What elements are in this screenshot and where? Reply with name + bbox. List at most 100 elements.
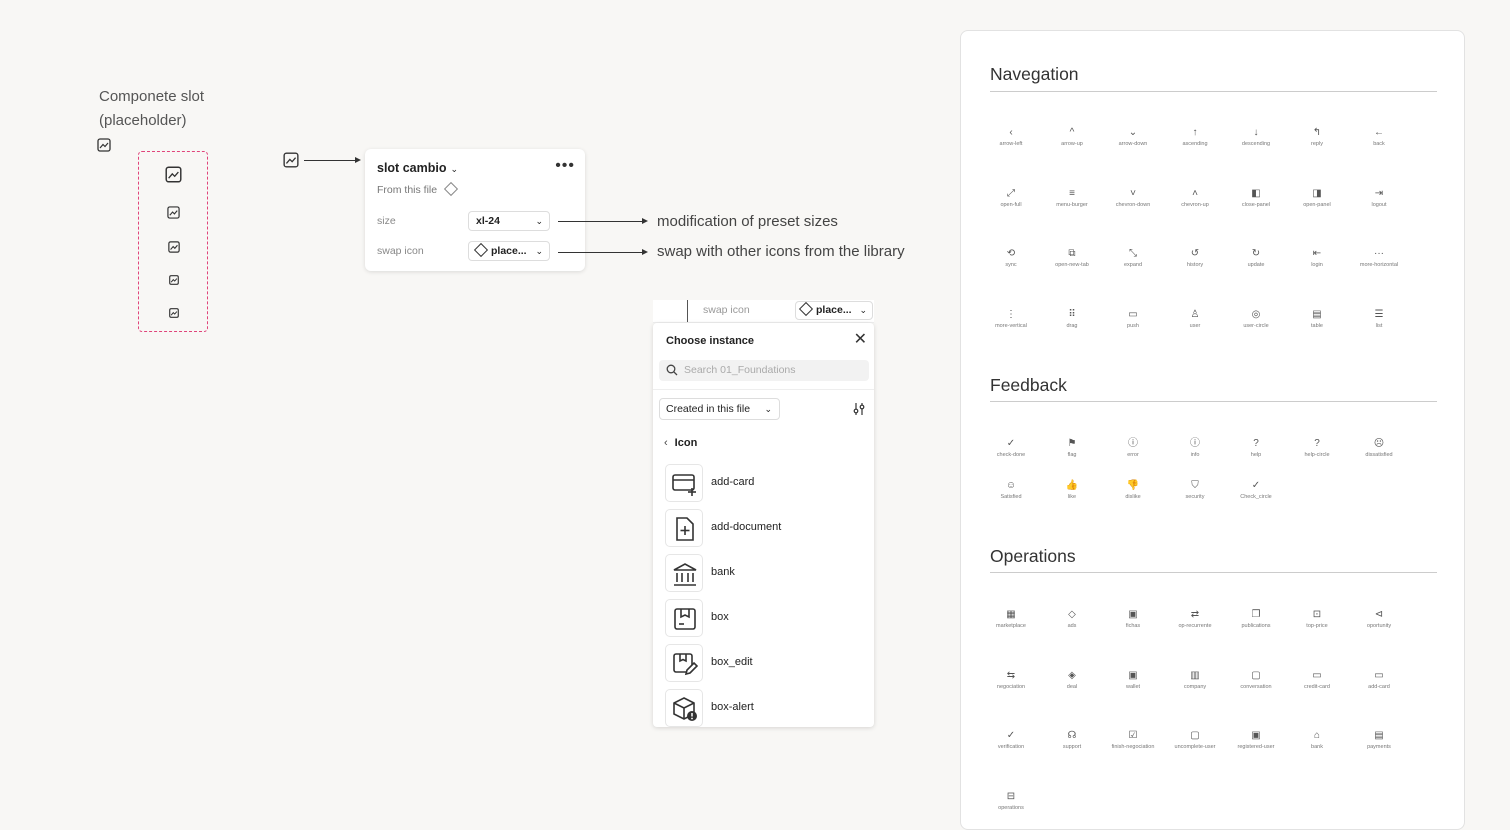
- image-placeholder-icon[interactable]: [165, 166, 182, 183]
- source-label[interactable]: From this file: [377, 181, 461, 197]
- library-icon-satisfied[interactable]: ☺ Satisfied: [981, 479, 1041, 501]
- library-icon-security[interactable]: ⛉ security: [1165, 479, 1225, 501]
- library-icon-negociation[interactable]: ⇆ negociation: [981, 669, 1041, 691]
- library-icon-close-panel[interactable]: ◧ close-panel: [1226, 187, 1286, 209]
- library-icon-payments[interactable]: ▤ payments: [1349, 729, 1409, 751]
- library-icon-back[interactable]: ← back: [1349, 126, 1409, 148]
- library-icon-oportunity[interactable]: ⊲ oportunity: [1349, 608, 1409, 630]
- library-icon-info[interactable]: ⓘ info: [1165, 437, 1225, 459]
- library-icon-finish-negociation[interactable]: ☑ finish-negociation: [1103, 729, 1163, 751]
- library-icon-bank[interactable]: ⌂ bank: [1287, 729, 1347, 751]
- icon-label: drag: [1066, 322, 1078, 329]
- library-icon-open-panel[interactable]: ◨ open-panel: [1287, 187, 1347, 209]
- library-icon-push[interactable]: ▭ push: [1103, 308, 1163, 330]
- image-placeholder-icon[interactable]: [169, 308, 179, 318]
- library-icon-update[interactable]: ↻ update: [1226, 247, 1286, 269]
- sync-icon: ⟲: [1006, 248, 1016, 259]
- library-icon-arrow-left[interactable]: ‹ arrow-left: [981, 126, 1041, 148]
- expand-icon: ⤡: [1129, 248, 1137, 259]
- icon-label: back: [1373, 141, 1385, 147]
- swap-icon-select[interactable]: place... ⌄: [795, 301, 873, 320]
- instance-item-add-document[interactable]: add-document: [665, 509, 865, 549]
- library-icon-check-done[interactable]: ✓ check-done: [981, 437, 1041, 459]
- slot-title-line1: Componete slot: [99, 88, 205, 105]
- thumbnail: [665, 644, 703, 682]
- icon-label: update: [1247, 262, 1265, 268]
- library-icon-top-price[interactable]: ⊡ top-price: [1287, 608, 1347, 630]
- instance-item-add-card[interactable]: add-card: [665, 464, 865, 504]
- library-icon-dislike[interactable]: 👎 dislike: [1103, 479, 1163, 501]
- library-icon-more-vertical[interactable]: ⋮ more-vertical: [981, 308, 1041, 330]
- library-icon-expand[interactable]: ⤡ expand: [1103, 247, 1163, 269]
- library-icon-wallet[interactable]: ▣ wallet: [1103, 669, 1163, 691]
- instance-item-bank[interactable]: bank: [665, 554, 865, 594]
- choose-instance-title: Choose instance: [666, 335, 755, 347]
- library-icon-marketplace[interactable]: ▦ marketplace: [981, 608, 1041, 630]
- library-icon-conversation[interactable]: ▢ conversation: [1226, 669, 1286, 691]
- instance-item-box-alert[interactable]: box-alert: [665, 689, 865, 727]
- like-icon: 👍: [1065, 480, 1079, 491]
- library-icon-operations[interactable]: ⊟ operations: [981, 790, 1041, 812]
- icon-label: open-full: [1000, 201, 1022, 208]
- search-input[interactable]: Search 01_Foundations: [659, 360, 869, 381]
- image-placeholder-icon[interactable]: [169, 275, 179, 285]
- section-title: Navegation: [990, 64, 1079, 84]
- library-icon-registered-user[interactable]: ▣ registered-user: [1226, 729, 1286, 751]
- library-icon-credit-card[interactable]: ▭ credit-card: [1287, 669, 1347, 691]
- more-horizontal-icon[interactable]: •••: [555, 157, 575, 175]
- library-icon-login[interactable]: ⇤ login: [1287, 247, 1347, 269]
- library-icon-help-circle[interactable]: ? help-circle: [1287, 437, 1347, 459]
- library-icon-uncomplete-user[interactable]: ▢ uncomplete-user: [1165, 729, 1225, 751]
- filter-settings-icon[interactable]: [852, 402, 866, 416]
- library-icon-open-full[interactable]: ⤢ open-full: [981, 187, 1041, 209]
- back-to-icon-button[interactable]: ‹ Icon: [664, 437, 697, 449]
- instance-item-box[interactable]: box: [665, 599, 865, 639]
- close-icon[interactable]: ✕: [854, 332, 867, 348]
- image-placeholder-icon[interactable]: [168, 241, 180, 253]
- library-icon-support[interactable]: ☊ support: [1042, 729, 1102, 751]
- library-icon-dissatisfied[interactable]: ☹ dissatisfied: [1349, 437, 1409, 459]
- image-placeholder-icon[interactable]: [167, 206, 180, 219]
- library-icon-check-circle[interactable]: ✓ Check_circle: [1226, 479, 1286, 501]
- company-icon: ▥: [1190, 669, 1200, 681]
- library-icon-logout[interactable]: ⇥ logout: [1349, 187, 1409, 209]
- library-icon-add-card[interactable]: ▭ add-card: [1349, 669, 1409, 691]
- library-icon-ads[interactable]: ◇ ads: [1042, 608, 1102, 630]
- instance-item-box-edit[interactable]: box_edit: [665, 644, 865, 684]
- library-icon-fichas[interactable]: ▣ fichas: [1103, 608, 1163, 630]
- library-icon-chevron-down[interactable]: ˅ chevron-down: [1103, 187, 1163, 209]
- image-placeholder-icon[interactable]: [283, 152, 299, 168]
- library-icon-more-horizontal[interactable]: ··· more-horizontal: [1349, 247, 1409, 269]
- library-icon-arrow-down[interactable]: ⌄ arrow-down: [1103, 126, 1163, 148]
- size-select[interactable]: xl-24 ⌄: [468, 211, 550, 231]
- library-icon-help[interactable]: ? help: [1226, 437, 1286, 459]
- library-icon-open-new-tab[interactable]: ⧉ open-new-tab: [1042, 247, 1102, 269]
- panel-title[interactable]: slot cambio ⌄: [377, 161, 458, 175]
- library-icon-descending[interactable]: ↓ descending: [1226, 126, 1286, 148]
- library-icon-flag[interactable]: ⚑ flag: [1042, 437, 1102, 459]
- icon-label: open-new-tab: [1055, 262, 1089, 268]
- library-icon-arrow-up[interactable]: ^ arrow-up: [1042, 126, 1102, 148]
- source-filter-dropdown[interactable]: Created in this file ⌄: [659, 398, 780, 420]
- library-icon-company[interactable]: ▥ company: [1165, 669, 1225, 691]
- library-icon-table[interactable]: ▤ table: [1287, 308, 1347, 330]
- library-icon-drag[interactable]: ⠿ drag: [1042, 308, 1102, 330]
- library-icon-sync[interactable]: ⟲ sync: [981, 247, 1041, 269]
- library-icon-user[interactable]: ♙ user: [1165, 308, 1225, 330]
- library-icon-verification[interactable]: ✓ verification: [981, 729, 1041, 751]
- library-icon-history[interactable]: ↺ history: [1165, 247, 1225, 269]
- swap-icon-select[interactable]: place... ⌄: [468, 241, 550, 261]
- library-icon-list[interactable]: ☰ list: [1349, 308, 1409, 330]
- library-icon-ascending[interactable]: ↑ ascending: [1165, 126, 1225, 148]
- library-icon-like[interactable]: 👍 like: [1042, 479, 1102, 501]
- library-icon-reply[interactable]: ↰ reply: [1287, 126, 1347, 148]
- dissatisfied-icon: ☹: [1373, 438, 1385, 449]
- library-icon-deal[interactable]: ◈ deal: [1042, 669, 1102, 691]
- library-icon-menu-burger[interactable]: ≡ menu-burger: [1042, 187, 1102, 209]
- library-icon-publications[interactable]: ❐ publications: [1226, 608, 1286, 630]
- instance-name: add-card: [711, 476, 755, 488]
- library-icon-user-circle[interactable]: ◎ user-circle: [1226, 308, 1286, 330]
- library-icon-op-recurrente[interactable]: ⇄ op-recurrente: [1165, 608, 1225, 630]
- library-icon-error[interactable]: ⓘ error: [1103, 437, 1163, 459]
- library-icon-chevron-up[interactable]: ˄ chevron-up: [1165, 187, 1225, 209]
